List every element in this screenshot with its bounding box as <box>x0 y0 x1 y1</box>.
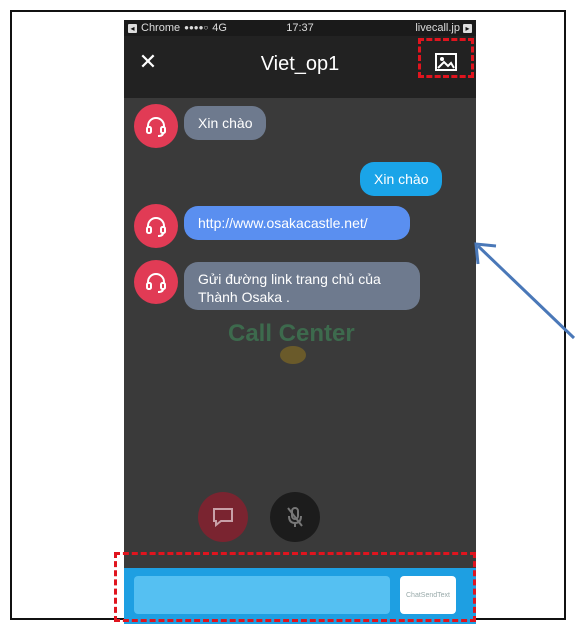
mic-off-icon <box>287 507 303 527</box>
status-bar: ◂ Chrome ●●●●○ 4G 17:37 livecall.jp ▸ <box>124 20 476 36</box>
message-bubble-user: Xin chào <box>360 162 443 196</box>
headset-icon <box>146 273 166 293</box>
composer-highlight <box>114 552 476 622</box>
call-center-watermark: Call Center <box>228 320 355 347</box>
status-site: livecall.jp <box>415 22 460 34</box>
operator-avatar <box>134 260 178 304</box>
phone-screen: ◂ Chrome ●●●●○ 4G 17:37 livecall.jp ▸ ✕ … <box>124 20 476 624</box>
forward-icon[interactable]: ▸ <box>463 23 472 33</box>
message-bubble-operator: Xin chào <box>184 106 267 140</box>
logo-icon <box>280 346 306 364</box>
operator-avatar <box>134 104 178 148</box>
operator-avatar <box>134 204 178 248</box>
headset-icon <box>146 117 166 137</box>
chat-toggle-button[interactable] <box>198 492 248 542</box>
chat-area: Call Center Xin chào Xin chào http://www… <box>124 98 476 578</box>
headset-icon <box>146 217 166 237</box>
annotation-arrow-icon <box>474 242 576 340</box>
mute-button[interactable] <box>270 492 320 542</box>
message-bubble-operator: Gửi đường link trang chủ của Thành Osaka… <box>184 262 420 310</box>
chat-icon <box>213 508 233 528</box>
message-bubble-link[interactable]: http://www.osakacastle.net/ <box>184 206 410 240</box>
image-button-highlight <box>418 38 474 78</box>
